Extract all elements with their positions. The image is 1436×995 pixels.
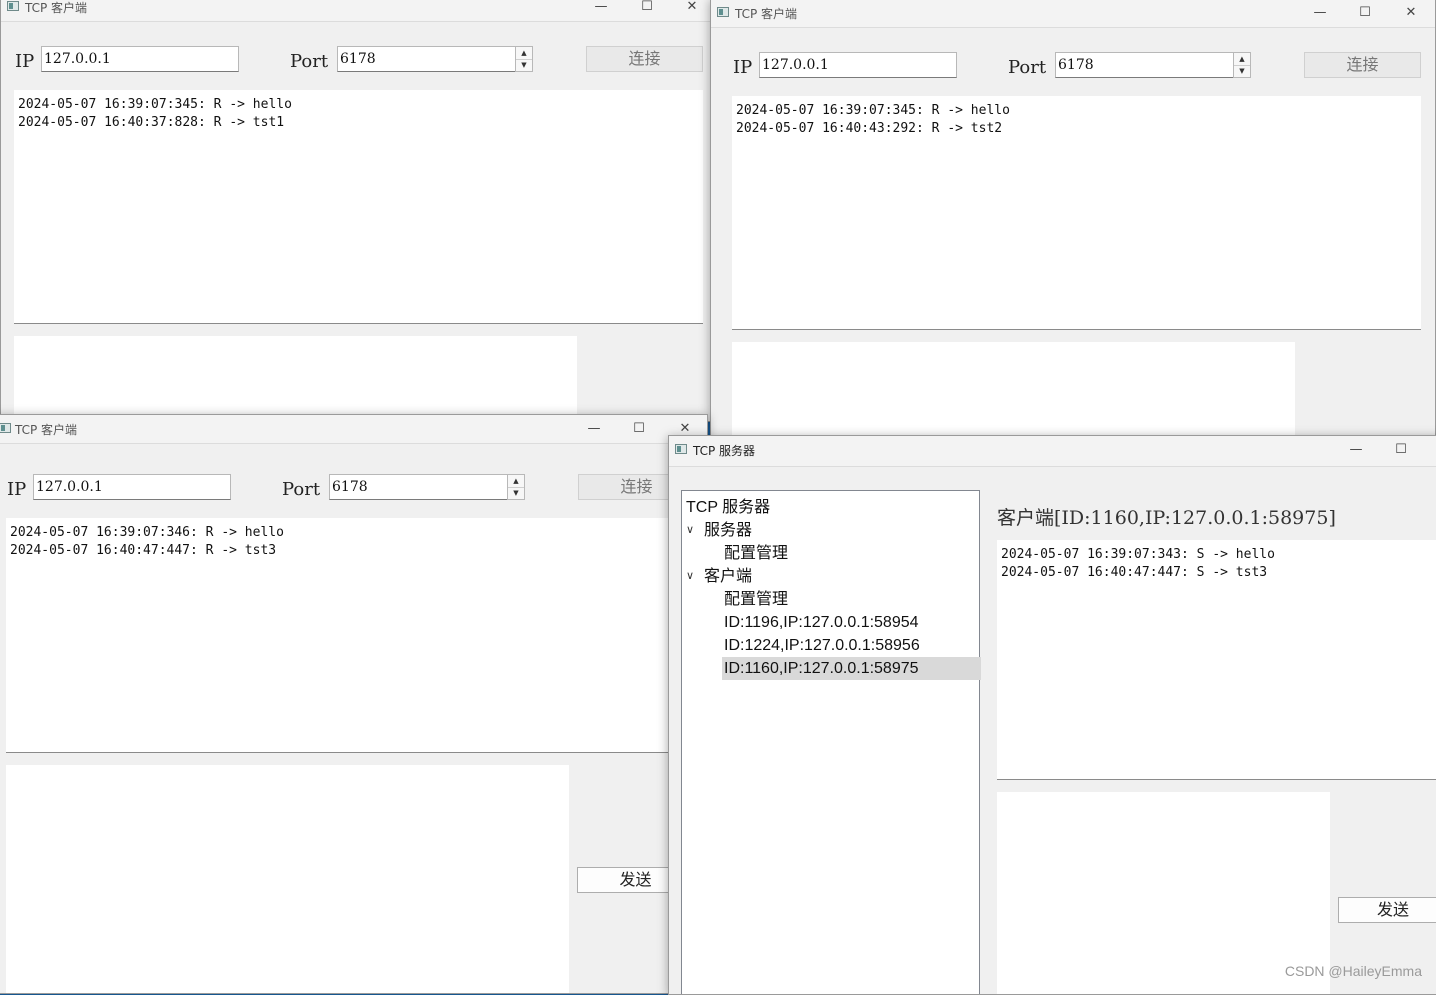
selected-client-header: 客户端[ID:1160,IP:127.0.0.1:58975]	[997, 507, 1336, 529]
message-log[interactable]: 2024-05-07 16:39:07:343: S -> hello 2024…	[997, 540, 1436, 780]
tree-item-client-connection[interactable]: ID:1196,IP:127.0.0.1:58954	[722, 611, 981, 634]
log-line: 2024-05-07 16:39:07:345: R -> hello	[18, 97, 292, 112]
title-bar[interactable]: TCP 客户端 — ☐ ✕	[0, 415, 707, 444]
message-log[interactable]: 2024-05-07 16:39:07:346: R -> hello 2024…	[6, 518, 695, 753]
port-input[interactable]: 6178	[1055, 52, 1235, 78]
app-icon	[717, 7, 729, 17]
tree-item-client-connection[interactable]: ID:1224,IP:127.0.0.1:58956	[722, 634, 981, 657]
send-input[interactable]	[732, 342, 1295, 437]
title-bar[interactable]: TCP 服务器 — ☐	[669, 436, 1436, 467]
send-button[interactable]: 发送	[1338, 897, 1436, 923]
app-icon	[7, 1, 19, 11]
window-title: TCP 客户端	[15, 423, 78, 437]
title-bar[interactable]: TCP 客户端 — ☐ ✕	[1, 0, 711, 22]
minimize-button[interactable]: —	[1333, 436, 1379, 464]
port-label: Port	[282, 479, 321, 500]
minimize-button[interactable]: —	[1297, 0, 1343, 27]
title-bar[interactable]: TCP 客户端 — ☐ ✕	[711, 0, 1435, 28]
port-input[interactable]: 6178	[329, 474, 509, 500]
client-window-1: TCP 客户端 — ☐ ✕ IP 127.0.0.1 Port 6178 ▲ ▼…	[0, 0, 712, 422]
spin-down-icon[interactable]: ▼	[1234, 65, 1250, 77]
tree-item-client[interactable]: 客户端	[704, 565, 752, 588]
tree-item-server-config[interactable]: 配置管理	[724, 542, 788, 565]
ip-label: IP	[15, 51, 35, 72]
port-input[interactable]: 6178	[337, 46, 517, 72]
log-line: 2024-05-07 16:39:07:346: R -> hello	[10, 525, 284, 540]
tree-item-server[interactable]: 服务器	[704, 519, 752, 542]
app-icon	[675, 444, 687, 454]
ip-label: IP	[7, 479, 27, 500]
ip-input[interactable]: 127.0.0.1	[41, 46, 239, 72]
send-input[interactable]	[14, 336, 577, 421]
maximize-button[interactable]: ☐	[624, 0, 670, 21]
connect-button[interactable]: 连接	[1304, 52, 1421, 78]
log-line: 2024-05-07 16:40:47:447: R -> tst3	[10, 543, 277, 558]
message-log[interactable]: 2024-05-07 16:39:07:345: R -> hello 2024…	[732, 96, 1421, 330]
maximize-button[interactable]: ☐	[1378, 436, 1424, 464]
maximize-button[interactable]: ☐	[1342, 0, 1388, 27]
log-line: 2024-05-07 16:39:07:343: S -> hello	[1001, 547, 1275, 562]
close-button[interactable]: ✕	[1388, 0, 1434, 27]
tree-item-root[interactable]: TCP 服务器	[686, 496, 770, 519]
window-title: TCP 客户端	[735, 7, 798, 21]
app-icon	[0, 423, 11, 433]
log-line: 2024-05-07 16:40:43:292: R -> tst2	[736, 121, 1003, 136]
minimize-button[interactable]: —	[578, 0, 624, 21]
port-label: Port	[1008, 57, 1047, 78]
log-line: 2024-05-07 16:40:47:447: S -> tst3	[1001, 565, 1268, 580]
log-line: 2024-05-07 16:40:37:828: R -> tst1	[18, 115, 285, 130]
window-title: TCP 客户端	[25, 1, 88, 15]
close-button[interactable]: ✕	[669, 0, 711, 21]
ip-input[interactable]: 127.0.0.1	[759, 52, 957, 78]
message-log[interactable]: 2024-05-07 16:39:07:345: R -> hello 2024…	[14, 90, 703, 324]
watermark: CSDN @HaileyEmma	[1284, 963, 1422, 979]
server-window: TCP 服务器 — ☐ TCP 服务器 ∨ 服务器 配置管理 ∨ 客户端 配置管…	[668, 435, 1436, 995]
tree-item-client-config[interactable]: 配置管理	[724, 588, 788, 611]
connect-button[interactable]: 连接	[586, 46, 703, 72]
spin-down-icon[interactable]: ▼	[516, 59, 532, 71]
navigation-tree[interactable]: TCP 服务器 ∨ 服务器 配置管理 ∨ 客户端 配置管理 ID:1196,IP…	[681, 490, 981, 994]
spin-down-icon[interactable]: ▼	[508, 487, 524, 499]
port-spinner[interactable]: ▲ ▼	[507, 474, 525, 500]
client-window-2: TCP 客户端 — ☐ ✕ IP 127.0.0.1 Port 6178 ▲ ▼…	[710, 0, 1436, 438]
client-window-3: TCP 客户端 — ☐ ✕ IP 127.0.0.1 Port 6178 ▲ ▼…	[0, 414, 708, 994]
chevron-down-icon[interactable]: ∨	[686, 523, 694, 536]
ip-label: IP	[733, 57, 753, 78]
log-line: 2024-05-07 16:39:07:345: R -> hello	[736, 103, 1010, 118]
send-input[interactable]	[997, 792, 1330, 994]
port-spinner[interactable]: ▲ ▼	[1233, 52, 1251, 78]
tree-item-client-connection-selected[interactable]: ID:1160,IP:127.0.0.1:58975	[722, 657, 981, 680]
chevron-down-icon[interactable]: ∨	[686, 569, 694, 582]
port-label: Port	[290, 51, 329, 72]
send-input[interactable]	[6, 765, 569, 993]
ip-input[interactable]: 127.0.0.1	[33, 474, 231, 500]
port-spinner[interactable]: ▲ ▼	[515, 46, 533, 72]
maximize-button[interactable]: ☐	[616, 415, 662, 443]
minimize-button[interactable]: —	[571, 415, 617, 443]
window-title: TCP 服务器	[693, 444, 756, 458]
